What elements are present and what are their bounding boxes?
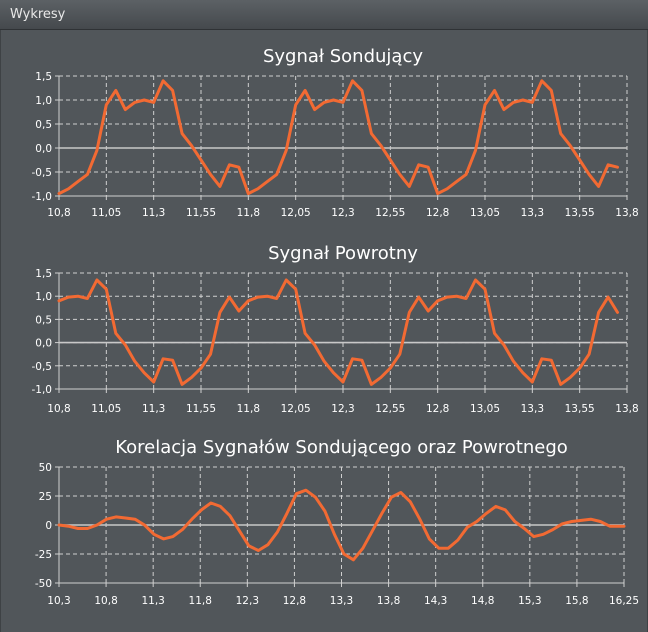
x-tick-label: 11,3 — [142, 207, 165, 219]
x-tick-label: 13,8 — [615, 207, 638, 219]
chart-3: Korelacja Sygnałów Sondującego oraz Powr… — [35, 437, 639, 607]
x-tick-label: 15,8 — [565, 595, 588, 607]
y-tick-label: 1,0 — [35, 95, 52, 107]
window-titlebar[interactable]: Wykresy — [0, 0, 648, 30]
y-tick-label: -0,5 — [32, 167, 53, 179]
x-tick-label: 13,05 — [470, 403, 500, 415]
x-tick-label: 15,3 — [518, 595, 541, 607]
x-tick-label: 10,3 — [47, 595, 70, 607]
y-tick-label: 0,5 — [35, 119, 52, 131]
chart-title: Sygnał Powrotny — [268, 243, 418, 264]
x-tick-label: 14,3 — [424, 595, 447, 607]
x-tick-label: 12,55 — [375, 403, 405, 415]
y-tick-label: -50 — [35, 578, 52, 590]
x-tick-label: 11,8 — [237, 403, 260, 415]
x-tick-label: 11,3 — [141, 595, 164, 607]
window-title: Wykresy — [10, 7, 66, 22]
series-line — [57, 278, 619, 386]
y-tick-label: -25 — [35, 549, 52, 561]
y-tick-label: 0,5 — [35, 314, 52, 326]
y-tick-label: -1,0 — [32, 191, 53, 203]
x-tick-label: 11,05 — [91, 403, 121, 415]
x-tick-label: 13,3 — [521, 207, 544, 219]
x-tick-label: 12,55 — [375, 207, 405, 219]
y-tick-label: 0 — [45, 520, 52, 532]
x-tick-label: 12,05 — [281, 403, 311, 415]
x-tick-label: 13,55 — [565, 207, 595, 219]
y-tick-label: -1,0 — [32, 384, 53, 396]
x-tick-label: 11,05 — [91, 207, 121, 219]
x-tick-label: 11,3 — [142, 403, 165, 415]
x-tick-label: 13,8 — [377, 595, 400, 607]
chart-title: Korelacja Sygnałów Sondującego oraz Powr… — [115, 437, 568, 458]
x-tick-label: 12,8 — [426, 207, 449, 219]
x-tick-label: 13,55 — [565, 403, 595, 415]
x-tick-label: 11,55 — [186, 207, 216, 219]
chart-title: Sygnał Sondujący — [263, 46, 423, 67]
x-tick-label: 12,3 — [236, 595, 259, 607]
y-tick-label: 1,5 — [35, 71, 52, 83]
y-tick-label: 1,5 — [35, 268, 52, 280]
x-tick-label: 12,05 — [281, 207, 311, 219]
x-tick-label: 11,8 — [237, 207, 260, 219]
y-tick-label: 1,0 — [35, 291, 52, 303]
x-tick-label: 13,05 — [470, 207, 500, 219]
x-tick-label: 13,3 — [521, 403, 544, 415]
series-line — [57, 79, 619, 196]
x-tick-label: 12,8 — [283, 595, 306, 607]
x-tick-label: 10,8 — [47, 403, 70, 415]
y-tick-label: 0,0 — [35, 143, 52, 155]
x-tick-label: 13,3 — [330, 595, 353, 607]
charts-canvas: Sygnał Sondujący 1,5 1,0 0,5 0,0 -0,5 -1,0 10,8… — [32, 46, 640, 607]
x-tick-label: 12,3 — [331, 403, 354, 415]
y-tick-label: 0,0 — [35, 338, 52, 350]
charts-panel: Sygnał Sondujący 1,5 1,0 0,5 0,0 -0,5 -1,0 10,8… — [0, 30, 648, 632]
x-tick-label: 13,8 — [615, 403, 638, 415]
x-tick-label: 16,25 — [609, 595, 639, 607]
x-tick-label: 10,8 — [47, 207, 70, 219]
x-tick-label: 14,8 — [471, 595, 494, 607]
x-tick-label: 12,3 — [331, 207, 354, 219]
chart-2: Sygnał Powrotny 1,5 1,0 0,5 0,0 -0,5 -1,0 10,8 1… — [32, 243, 639, 415]
y-tick-label: -0,5 — [32, 361, 53, 373]
y-tick-label: 25 — [39, 491, 52, 503]
x-tick-label: 11,55 — [186, 403, 216, 415]
x-tick-label: 10,8 — [94, 595, 117, 607]
x-tick-label: 12,8 — [426, 403, 449, 415]
y-tick-label: 50 — [39, 462, 52, 474]
chart-1: Sygnał Sondujący 1,5 1,0 0,5 0,0 -0,5 -1,0 10,8… — [32, 46, 639, 219]
x-tick-label: 11,8 — [189, 595, 212, 607]
